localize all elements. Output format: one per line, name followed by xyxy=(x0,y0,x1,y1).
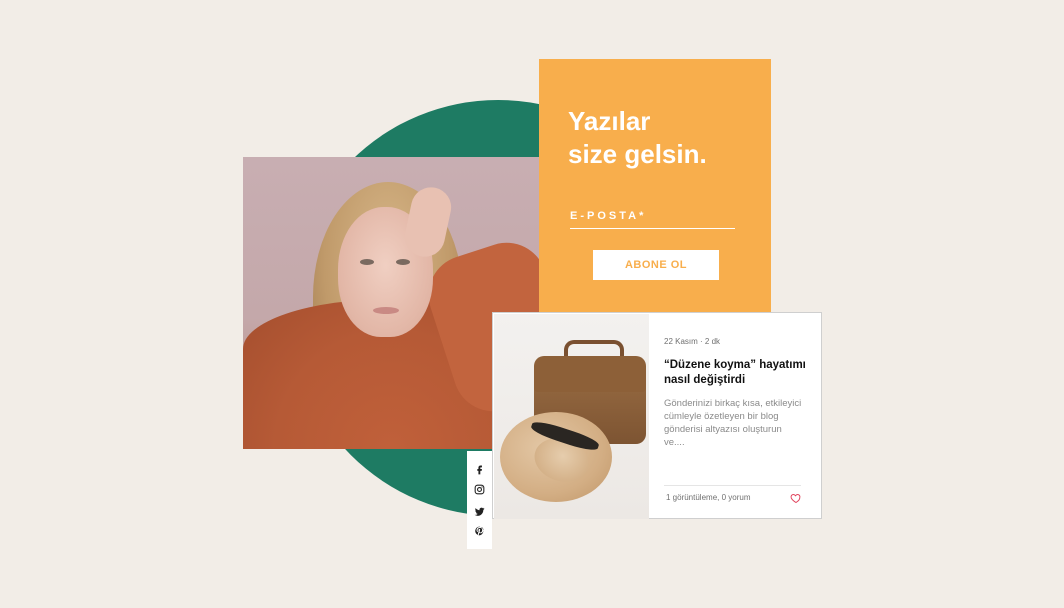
signup-title: Yazılar size gelsin. xyxy=(568,106,707,169)
facebook-icon[interactable] xyxy=(473,463,486,476)
blog-post-card[interactable]: 22 Kasım · 2 dk “Düzene koyma” hayatımı … xyxy=(492,312,822,519)
email-field[interactable]: E-POSTA* xyxy=(570,210,646,222)
pinterest-icon[interactable] xyxy=(473,525,486,538)
post-meta: 22 Kasım · 2 dk xyxy=(664,337,721,346)
social-share-bar xyxy=(467,451,492,549)
post-excerpt: Gönderinizi birkaç kısa, etkileyici cüml… xyxy=(664,398,802,448)
post-stats: 1 görüntüleme, 0 yorum xyxy=(666,493,751,502)
twitter-icon[interactable] xyxy=(473,505,486,518)
divider xyxy=(664,485,801,486)
post-cover-image[interactable] xyxy=(494,314,649,519)
heart-icon[interactable] xyxy=(790,492,802,504)
post-title[interactable]: “Düzene koyma” hayatımı nasıl değiştirdi xyxy=(664,358,814,388)
newsletter-signup-box: Yazılar size gelsin. E-POSTA* ABONE OL xyxy=(539,59,771,313)
instagram-icon[interactable] xyxy=(473,483,486,496)
subscribe-button[interactable]: ABONE OL xyxy=(593,250,719,280)
email-field-underline[interactable] xyxy=(570,228,735,229)
